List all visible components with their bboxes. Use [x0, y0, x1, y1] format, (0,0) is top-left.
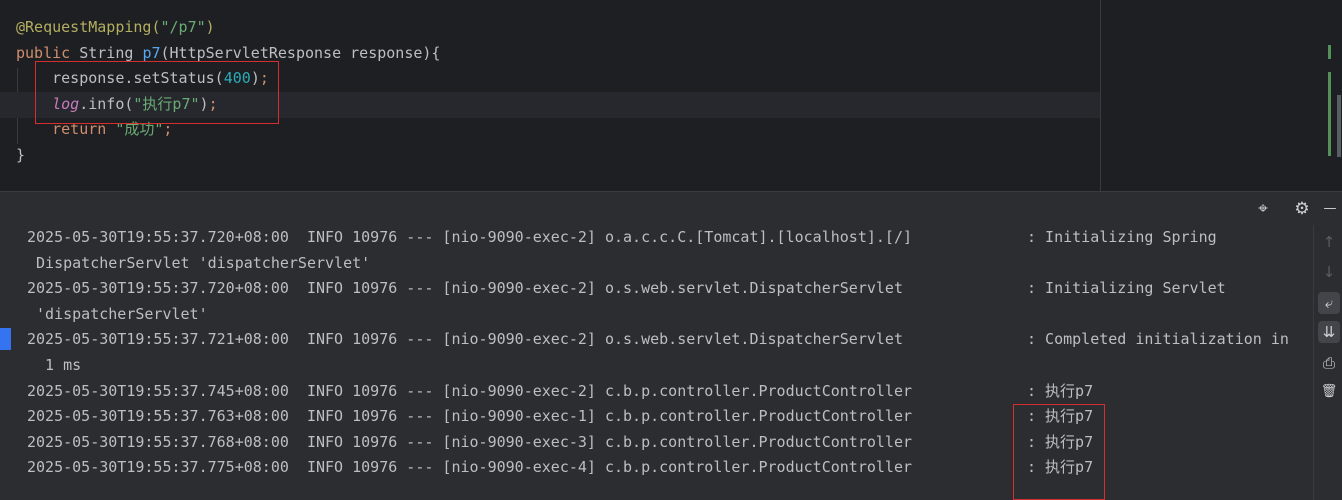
- log-line-prefix: 2025-05-30T19:55:37.763+08:00 INFO 10976…: [27, 407, 913, 426]
- code-line-text: @RequestMapping("/p7"): [16, 15, 215, 41]
- scroll-thumb[interactable]: [1337, 95, 1341, 157]
- editor-scrollbar[interactable]: [1327, 0, 1342, 191]
- code-token: (HttpServletResponse response){: [160, 44, 441, 62]
- code-token: ;: [163, 120, 173, 138]
- log-line-message: : Completed initialization in: [1027, 330, 1289, 349]
- code-token: ;: [259, 69, 269, 87]
- target-icon[interactable]: ⌖: [1251, 192, 1275, 226]
- code-line[interactable]: response.setStatus(400);: [0, 66, 1100, 92]
- code-token: @RequestMapping(: [16, 18, 161, 36]
- code-token: p7: [142, 44, 161, 62]
- scroll-up-icon[interactable]: ↑: [1318, 231, 1340, 253]
- trash-icon[interactable]: 🗑: [1318, 381, 1340, 403]
- log-line-prefix: 2025-05-30T19:55:37.720+08:00 INFO 10976…: [27, 228, 913, 246]
- log-line-continuation: DispatcherServlet 'dispatcherServlet': [27, 253, 371, 272]
- console-output[interactable]: 2025-05-30T19:55:37.720+08:00 INFO 10976…: [0, 225, 1313, 500]
- code-token: public: [16, 44, 80, 62]
- scroll-down-icon[interactable]: ↓: [1318, 261, 1340, 283]
- code-token: 400: [223, 69, 251, 87]
- code-editor[interactable]: @RequestMapping("/p7") public String p7(H…: [0, 0, 1342, 191]
- settings-gear-icon[interactable]: ⚙: [1290, 192, 1314, 226]
- log-line-prefix: 2025-05-30T19:55:37.745+08:00 INFO 10976…: [27, 381, 913, 400]
- log-line-message: : 执行p7: [1027, 407, 1094, 426]
- console-gutter-marker: [0, 328, 11, 350]
- run-tool-window-header: ⌖ ⚙ —: [0, 191, 1342, 225]
- code-token: ): [250, 69, 260, 87]
- code-line[interactable]: return "成功";: [0, 117, 1100, 143]
- log-line-continuation: 1 ms: [27, 356, 82, 374]
- change-marker: [1328, 72, 1331, 156]
- print-icon[interactable]: ⎙: [1318, 352, 1340, 374]
- log-line-message: : Initializing Spring: [1027, 228, 1217, 246]
- code-line-text: public String p7(HttpServletResponse res…: [16, 41, 440, 67]
- minimize-icon[interactable]: —: [1318, 192, 1342, 226]
- code-token: ): [199, 95, 209, 113]
- soft-wrap-icon[interactable]: ⤶: [1318, 292, 1340, 314]
- code-token: }: [16, 146, 26, 164]
- code-token: "成功": [115, 120, 164, 138]
- console-side-toolbar: ↑ ↓ ⤶ ⇊ ⎙ 🗑: [1313, 225, 1342, 500]
- code-token: log: [52, 95, 80, 113]
- log-line-prefix: 2025-05-30T19:55:37.768+08:00 INFO 10976…: [27, 432, 913, 451]
- log-line-prefix: 2025-05-30T19:55:37.721+08:00 INFO 10976…: [27, 330, 903, 349]
- log-line-message: : Initializing Servlet: [1027, 279, 1226, 298]
- log-line-message: : 执行p7: [1027, 458, 1094, 477]
- code-token: ): [205, 18, 215, 36]
- code-token: response.setStatus(: [16, 69, 224, 87]
- log-line-message: : 执行p7: [1027, 381, 1094, 400]
- code-line[interactable]: @RequestMapping("/p7"): [0, 15, 1100, 41]
- log-line-message: : 执行p7: [1027, 432, 1094, 451]
- code-token: .info(: [79, 95, 134, 113]
- code-line-text: log.info("执行p7");: [16, 92, 218, 118]
- code-line[interactable]: log.info("执行p7");: [0, 92, 1100, 118]
- code-token: return: [16, 120, 116, 138]
- code-line[interactable]: public String p7(HttpServletResponse res…: [0, 41, 1100, 67]
- code-token: ;: [208, 95, 218, 113]
- log-line-prefix: 2025-05-30T19:55:37.720+08:00 INFO 10976…: [27, 279, 903, 298]
- editor-right-margin: [1100, 0, 1101, 191]
- log-line-continuation: 'dispatcherServlet': [27, 304, 208, 323]
- console-gutter: [0, 225, 12, 500]
- code-token: "/p7": [160, 18, 206, 36]
- code-token: "执行p7": [133, 95, 200, 113]
- log-line-prefix: 2025-05-30T19:55:37.775+08:00 INFO 10976…: [27, 458, 913, 477]
- change-marker: [1328, 45, 1331, 59]
- code-line-text: response.setStatus(400);: [16, 66, 269, 92]
- code-line-text: return "成功";: [16, 117, 172, 143]
- code-line-text: }: [16, 143, 25, 169]
- scroll-to-end-icon[interactable]: ⇊: [1318, 321, 1340, 343]
- code-token: String: [79, 44, 143, 62]
- code-line[interactable]: }: [0, 143, 1100, 169]
